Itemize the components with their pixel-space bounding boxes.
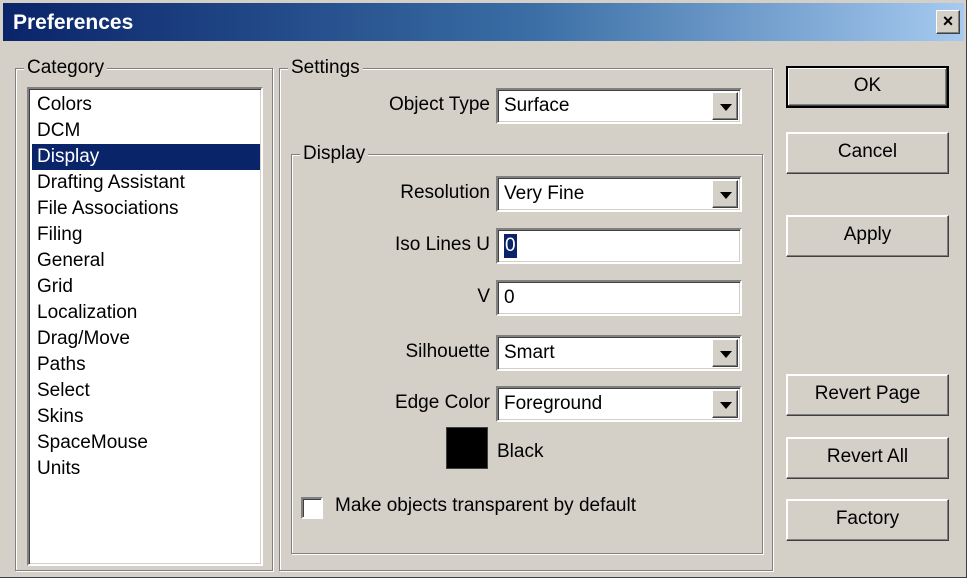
category-item-dcm[interactable]: DCM (32, 118, 260, 144)
silhouette-value: Smart (504, 342, 555, 363)
iso-lines-u-label: Iso Lines U (394, 234, 490, 255)
revert-page-button[interactable]: Revert Page (786, 374, 949, 416)
chevron-down-icon[interactable] (712, 339, 738, 367)
resolution-label: Resolution (400, 182, 490, 203)
iso-lines-v-input[interactable]: 0 (496, 280, 742, 316)
category-item-file-associations[interactable]: File Associations (32, 196, 260, 222)
cancel-button[interactable]: Cancel (786, 132, 949, 174)
category-item-grid[interactable]: Grid (32, 274, 260, 300)
category-item-general[interactable]: General (32, 248, 260, 274)
edge-color-swatch-label: Black (497, 441, 544, 462)
object-type-label: Object Type (388, 94, 490, 115)
settings-legend: Settings (288, 56, 363, 80)
category-item-drafting-assistant[interactable]: Drafting Assistant (32, 170, 260, 196)
preferences-dialog: Preferences × Category Colors DCM Displa… (0, 0, 967, 578)
ok-button[interactable]: OK (786, 66, 949, 108)
edge-color-swatch[interactable] (446, 427, 488, 469)
transparent-checkbox-label[interactable]: Make objects transparent by default (335, 494, 636, 518)
chevron-down-icon[interactable] (712, 390, 738, 418)
chevron-down-icon[interactable] (712, 92, 738, 120)
silhouette-select[interactable]: Smart (496, 335, 742, 371)
edge-color-value: Foreground (504, 393, 603, 414)
iso-lines-u-selected-text: 0 (504, 234, 517, 258)
category-item-display[interactable]: Display (32, 144, 260, 170)
title-bar[interactable]: Preferences × (3, 3, 964, 41)
transparent-checkbox[interactable] (301, 497, 323, 519)
iso-lines-u-value: 0 (504, 234, 517, 258)
window-title: Preferences (13, 11, 134, 34)
resolution-value: Very Fine (504, 183, 585, 204)
edge-color-select[interactable]: Foreground (496, 386, 742, 422)
category-item-select[interactable]: Select (32, 378, 260, 404)
close-icon: × (942, 11, 954, 31)
object-type-select[interactable]: Surface (496, 88, 742, 124)
close-button[interactable]: × (936, 10, 960, 34)
revert-all-button[interactable]: Revert All (786, 437, 949, 479)
iso-lines-u-input[interactable]: 0 (496, 228, 742, 264)
edge-color-label: Edge Color (394, 392, 490, 413)
category-listbox[interactable]: Colors DCM Display Drafting Assistant Fi… (27, 87, 263, 566)
display-legend: Display (300, 142, 369, 166)
category-item-spacemouse[interactable]: SpaceMouse (32, 430, 260, 456)
iso-lines-v-label: V (477, 286, 490, 307)
iso-lines-v-value: 0 (504, 287, 515, 308)
silhouette-label: Silhouette (405, 341, 490, 362)
resolution-select[interactable]: Very Fine (496, 176, 742, 212)
category-item-units[interactable]: Units (32, 456, 260, 482)
object-type-value: Surface (504, 95, 570, 116)
category-item-paths[interactable]: Paths (32, 352, 260, 378)
category-item-filing[interactable]: Filing (32, 222, 260, 248)
category-item-drag-move[interactable]: Drag/Move (32, 326, 260, 352)
category-item-colors[interactable]: Colors (32, 92, 260, 118)
factory-button[interactable]: Factory (786, 499, 949, 541)
chevron-down-icon[interactable] (712, 180, 738, 208)
apply-button[interactable]: Apply (786, 215, 949, 257)
category-legend: Category (24, 56, 108, 80)
category-item-localization[interactable]: Localization (32, 300, 260, 326)
category-item-skins[interactable]: Skins (32, 404, 260, 430)
